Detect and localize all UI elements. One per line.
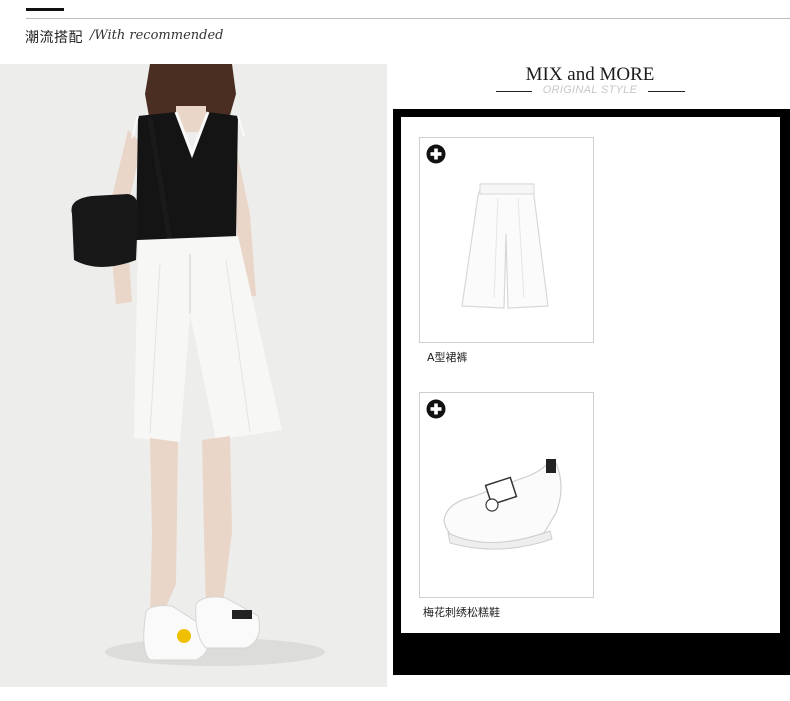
subtitle-rule-left — [496, 91, 532, 92]
culottes-image — [461, 183, 549, 309]
subtitle-rule-right — [648, 91, 685, 92]
section-title: 潮流搭配 — [25, 30, 83, 46]
section-subtitle: /With recommended — [90, 28, 224, 43]
mix-and-more-title: MIX and MORE — [525, 64, 655, 85]
product-card-sneakers[interactable] — [419, 392, 594, 598]
product-name-sneakers[interactable]: 梅花刺绣松糕鞋 — [423, 604, 500, 620]
product-card-culottes[interactable] — [419, 137, 594, 343]
add-circle-icon[interactable] — [426, 144, 446, 164]
header-accent-bar — [26, 8, 64, 11]
original-style-subtitle: ORIGINAL STYLE — [542, 84, 638, 96]
add-circle-icon[interactable] — [426, 399, 446, 419]
model-photo — [0, 64, 387, 687]
header-divider — [26, 18, 790, 19]
product-name-culottes[interactable]: A型裙裤 — [427, 349, 468, 365]
sneaker-image — [443, 459, 562, 550]
